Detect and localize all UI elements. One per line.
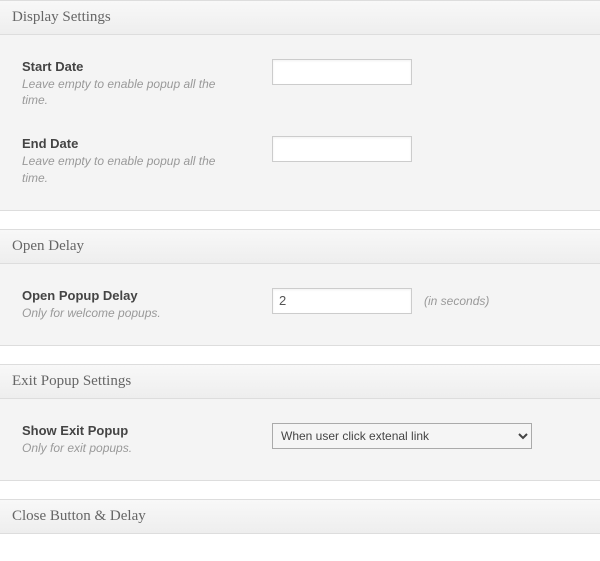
field-label-col: Start Date Leave empty to enable popup a… bbox=[22, 59, 272, 108]
field-row-open-delay: Open Popup Delay Only for welcome popups… bbox=[0, 274, 600, 335]
section-body-exit: Show Exit Popup Only for exit popups. Wh… bbox=[0, 399, 600, 481]
end-date-label: End Date bbox=[22, 136, 272, 151]
section-open-delay: Open Delay Open Popup Delay Only for wel… bbox=[0, 229, 600, 346]
field-label-col: Open Popup Delay Only for welcome popups… bbox=[22, 288, 272, 321]
open-delay-label: Open Popup Delay bbox=[22, 288, 272, 303]
field-label-col: Show Exit Popup Only for exit popups. bbox=[22, 423, 272, 456]
show-exit-label: Show Exit Popup bbox=[22, 423, 272, 438]
open-delay-hint: Only for welcome popups. bbox=[22, 305, 232, 321]
open-delay-input[interactable] bbox=[272, 288, 412, 314]
section-header-open-delay: Open Delay bbox=[0, 229, 600, 264]
show-exit-select[interactable]: When user click extenal link bbox=[272, 423, 532, 449]
section-header-close: Close Button & Delay bbox=[0, 499, 600, 534]
section-display-settings: Display Settings Start Date Leave empty … bbox=[0, 0, 600, 211]
start-date-label: Start Date bbox=[22, 59, 272, 74]
section-body-open-delay: Open Popup Delay Only for welcome popups… bbox=[0, 264, 600, 346]
show-exit-hint: Only for exit popups. bbox=[22, 440, 232, 456]
field-input-col bbox=[272, 136, 412, 162]
section-close-button: Close Button & Delay bbox=[0, 499, 600, 534]
end-date-input[interactable] bbox=[272, 136, 412, 162]
field-row-end-date: End Date Leave empty to enable popup all… bbox=[0, 122, 600, 199]
field-row-show-exit: Show Exit Popup Only for exit popups. Wh… bbox=[0, 409, 600, 470]
end-date-hint: Leave empty to enable popup all the time… bbox=[22, 153, 232, 185]
section-exit-popup: Exit Popup Settings Show Exit Popup Only… bbox=[0, 364, 600, 481]
field-input-col bbox=[272, 59, 412, 85]
start-date-hint: Leave empty to enable popup all the time… bbox=[22, 76, 232, 108]
field-input-col: (in seconds) bbox=[272, 288, 489, 314]
field-row-start-date: Start Date Leave empty to enable popup a… bbox=[0, 45, 600, 122]
open-delay-suffix: (in seconds) bbox=[424, 294, 489, 308]
field-input-col: When user click extenal link bbox=[272, 423, 532, 449]
section-body-display: Start Date Leave empty to enable popup a… bbox=[0, 35, 600, 211]
section-header-exit: Exit Popup Settings bbox=[0, 364, 600, 399]
field-label-col: End Date Leave empty to enable popup all… bbox=[22, 136, 272, 185]
section-header-display: Display Settings bbox=[0, 0, 600, 35]
start-date-input[interactable] bbox=[272, 59, 412, 85]
